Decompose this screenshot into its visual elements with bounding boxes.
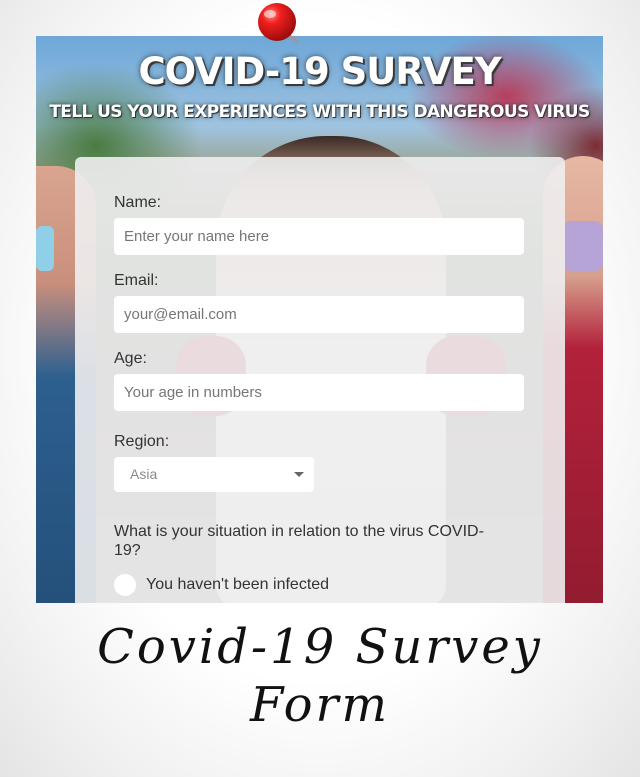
caption-line-1: Covid-19 Survey xyxy=(97,619,543,675)
survey-title: COVID-19 SURVEY xyxy=(138,50,501,93)
radio-option-label: You haven't been infected xyxy=(146,576,330,593)
survey-form: Name: Email: Age: Region: Asia What is y… xyxy=(75,157,565,603)
age-input[interactable] xyxy=(114,374,524,411)
situation-question: What is your situation in relation to th… xyxy=(114,523,484,559)
handwritten-caption: Covid-19 Survey Form xyxy=(0,618,640,734)
caret-down-icon xyxy=(294,472,304,477)
email-label: Email: xyxy=(114,272,159,289)
photo-mask-right xyxy=(563,221,603,271)
caption-line-2: Form xyxy=(249,677,391,733)
survey-subtitle: TELL US YOUR EXPERIENCES WITH THIS DANGE… xyxy=(49,102,590,122)
name-label: Name: xyxy=(114,194,162,211)
email-input[interactable] xyxy=(114,296,524,333)
region-selected-value: Asia xyxy=(130,466,158,482)
region-label: Region: xyxy=(114,433,170,450)
photo-mask-left xyxy=(36,226,54,271)
name-input[interactable] xyxy=(114,218,524,255)
radio-button[interactable] xyxy=(114,574,136,596)
age-label: Age: xyxy=(114,350,147,367)
radio-option-not-infected[interactable]: You haven't been infected xyxy=(114,574,329,596)
region-select[interactable]: Asia xyxy=(114,457,314,492)
survey-card: COVID-19 SURVEY TELL US YOUR EXPERIENCES… xyxy=(36,36,603,603)
push-pin-icon xyxy=(258,3,299,44)
